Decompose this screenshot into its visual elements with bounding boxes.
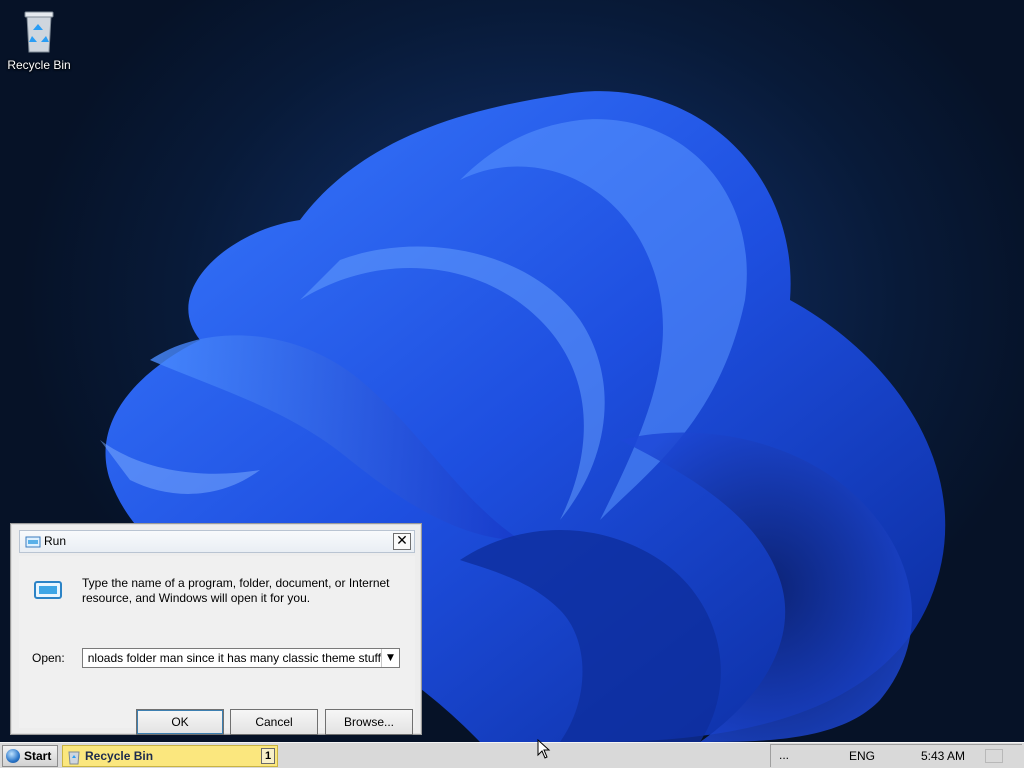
run-body: Type the name of a program, folder, docu…	[19, 556, 415, 735]
taskbar-button-recycle-bin[interactable]: Recycle Bin 1	[62, 745, 278, 767]
desktop-icon-label: Recycle Bin	[7, 58, 71, 72]
system-tray: ... ENG 5:43 AM	[770, 744, 1022, 767]
ok-button[interactable]: OK	[136, 709, 224, 735]
desktop-icon-recycle-bin[interactable]: Recycle Bin	[6, 8, 72, 72]
run-icon	[25, 536, 41, 548]
recycle-bin-icon	[24, 11, 54, 53]
open-combobox[interactable]: ▼	[82, 648, 400, 668]
start-button[interactable]: Start	[2, 745, 58, 767]
run-description: Type the name of a program, folder, docu…	[82, 576, 390, 605]
run-program-icon	[34, 581, 62, 599]
run-dialog: Run ✕ Type the name of a program, folder…	[10, 523, 422, 735]
run-titlebar[interactable]: Run ✕	[19, 530, 415, 553]
browse-button[interactable]: Browse...	[325, 709, 413, 735]
windows-orb-icon	[6, 749, 20, 763]
open-label: Open:	[32, 651, 65, 665]
recycle-bin-icon	[68, 751, 80, 765]
close-button[interactable]: ✕	[393, 533, 411, 550]
cancel-button[interactable]: Cancel	[230, 709, 318, 735]
chevron-down-icon: ▼	[387, 653, 394, 663]
dropdown-button[interactable]: ▼	[381, 649, 399, 667]
open-input[interactable]	[83, 649, 381, 667]
clock[interactable]: 5:43 AM	[921, 749, 965, 763]
run-title: Run	[44, 534, 67, 548]
window-count-badge: 1	[261, 748, 275, 764]
show-hidden-icons-button[interactable]: ...	[779, 748, 789, 762]
language-indicator[interactable]: ENG	[849, 749, 875, 763]
taskbar-button-label: Recycle Bin	[85, 749, 154, 763]
taskbar: Start Recycle Bin 1 ... ENG 5:43 AM	[0, 742, 1024, 768]
mouse-cursor-icon	[537, 739, 551, 759]
close-icon: ✕	[396, 533, 408, 549]
start-label: Start	[24, 749, 52, 763]
notification-icon[interactable]	[985, 749, 1003, 763]
